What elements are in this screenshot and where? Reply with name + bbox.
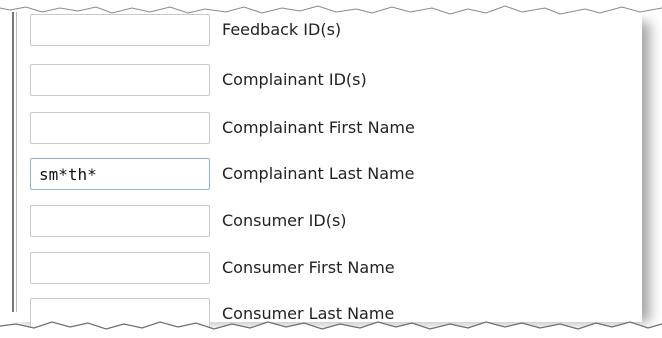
consumer-first-name-input[interactable] xyxy=(30,252,210,284)
consumer-id-input[interactable] xyxy=(30,205,210,237)
complainant-first-name-label: Complainant First Name xyxy=(222,118,415,137)
complainant-id-input[interactable] xyxy=(30,64,210,96)
complainant-id-label: Complainant ID(s) xyxy=(222,70,367,89)
screenshot-excerpt: Feedback ID(s) Complainant ID(s) Complai… xyxy=(0,0,662,338)
consumer-first-name-label: Consumer First Name xyxy=(222,258,395,277)
field-row-complainant-first-name: Complainant First Name xyxy=(30,112,650,146)
panel-left-border-inner xyxy=(16,12,17,312)
field-row-complainant-last-name: Complainant Last Name xyxy=(30,158,650,192)
field-row-complainant-id: Complainant ID(s) xyxy=(30,64,650,98)
consumer-id-label: Consumer ID(s) xyxy=(222,211,347,230)
field-row-consumer-id: Consumer ID(s) xyxy=(30,205,650,239)
panel-left-border xyxy=(12,12,14,312)
complainant-last-name-input[interactable] xyxy=(30,158,210,190)
torn-edge-bottom xyxy=(0,321,662,338)
search-fields-list: Feedback ID(s) Complainant ID(s) Complai… xyxy=(0,0,662,338)
complainant-first-name-input[interactable] xyxy=(30,112,210,144)
torn-edge-top xyxy=(0,0,662,15)
field-row-consumer-first-name: Consumer First Name xyxy=(30,252,650,286)
complainant-last-name-label: Complainant Last Name xyxy=(222,164,415,183)
